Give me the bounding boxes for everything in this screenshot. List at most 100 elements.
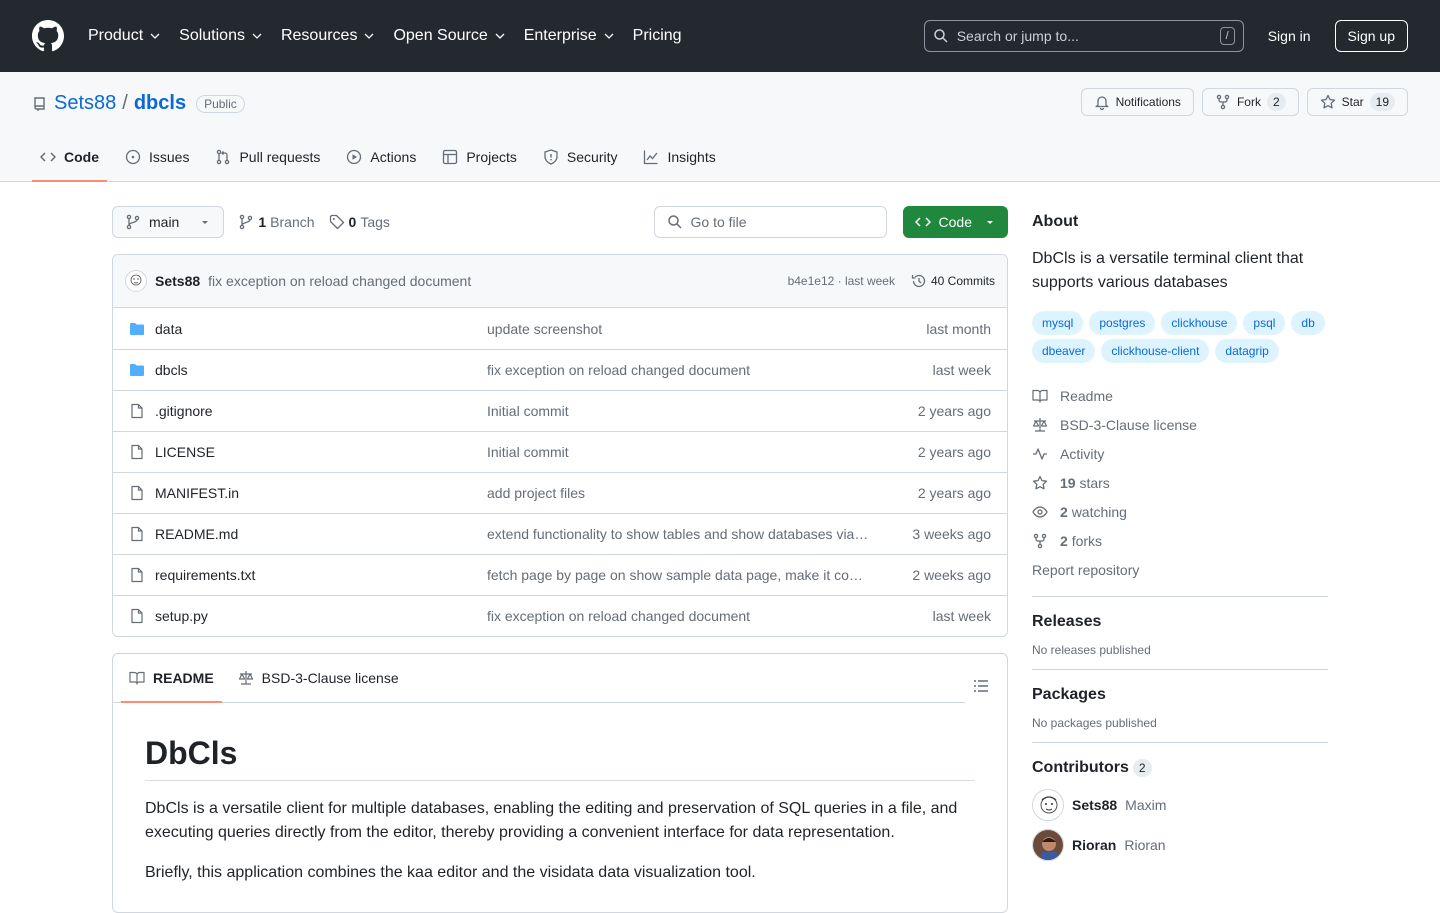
tag-label: Tags [360, 214, 390, 230]
book-icon [129, 671, 145, 685]
commits-count: 40 Commits [930, 274, 995, 288]
notifications-label: Notifications [1115, 95, 1181, 109]
topic-tag[interactable]: clickhouse [1161, 311, 1238, 335]
file-row[interactable]: README.md extend functionality to show t… [113, 513, 1007, 554]
tab-issues[interactable]: Issues [117, 133, 197, 181]
chevron-down-icon [364, 33, 374, 39]
tab-readme[interactable]: README [121, 654, 222, 703]
file-commit-message[interactable]: fix exception on reload changed document [487, 608, 871, 624]
topic-tag[interactable]: dbeaver [1032, 339, 1096, 363]
tab-insights[interactable]: Insights [635, 133, 723, 181]
sign-in-link[interactable]: Sign in [1268, 28, 1311, 44]
packages-empty-text: No packages published [1032, 716, 1157, 730]
watching-link[interactable]: 2 watching [1032, 497, 1328, 526]
tab-license[interactable]: BSD-3-Clause license [230, 654, 407, 702]
commit-author[interactable]: Sets88 [155, 273, 200, 289]
file-commit-message[interactable]: add project files [487, 485, 871, 501]
topic-tag[interactable]: psql [1243, 311, 1286, 335]
file-commit-message[interactable]: extend functionality to show tables and … [487, 526, 871, 542]
topic-tag[interactable]: postgres [1089, 311, 1156, 335]
commit-sha-time[interactable]: b4e1e12 · last week [788, 274, 895, 288]
go-to-file-input[interactable]: Go to file [653, 206, 887, 238]
topic-tag[interactable]: datagrip [1215, 339, 1279, 363]
nav-product[interactable]: Product [88, 27, 177, 45]
commits-link[interactable]: 40 Commits [911, 273, 995, 289]
nav-resources[interactable]: Resources [281, 27, 391, 45]
branches-link[interactable]: 1 Branch [238, 214, 315, 230]
releases-heading[interactable]: Releases [1032, 613, 1328, 631]
sign-up-button[interactable]: Sign up [1334, 20, 1408, 52]
tab-projects-label: Projects [466, 149, 517, 165]
file-row[interactable]: setup.py fix exception on reload changed… [113, 595, 1007, 636]
file-commit-message[interactable]: Initial commit [487, 403, 871, 419]
list-unordered-icon[interactable] [973, 678, 989, 694]
avatar[interactable] [1032, 789, 1064, 821]
author-avatar[interactable] [125, 270, 147, 292]
branch-select-button[interactable]: main [112, 206, 225, 238]
tab-security[interactable]: Security [535, 133, 626, 181]
file-name[interactable]: MANIFEST.in [155, 485, 487, 501]
file-name[interactable]: dbcls [155, 362, 487, 378]
tab-projects[interactable]: Projects [434, 133, 525, 181]
topic-tag[interactable]: db [1291, 311, 1325, 335]
file-name[interactable]: requirements.txt [155, 567, 487, 583]
search-input[interactable]: Search or jump to... / [923, 20, 1244, 52]
contributor-name: Maxim [1125, 797, 1167, 813]
file-name[interactable]: .gitignore [155, 403, 487, 419]
github-logo-icon[interactable] [32, 20, 64, 52]
file-date: 2 years ago [917, 444, 991, 460]
code-dropdown-button[interactable]: Code [902, 206, 1008, 238]
nav-pricing[interactable]: Pricing [633, 27, 698, 45]
file-row[interactable]: data update screenshot last month [113, 308, 1007, 349]
file-commit-message[interactable]: Initial commit [487, 444, 871, 460]
topic-tag[interactable]: mysql [1032, 311, 1084, 335]
nav-product-label: Product [88, 27, 144, 44]
notifications-button[interactable]: Notifications [1080, 88, 1194, 116]
file-date: last week [932, 362, 991, 378]
commit-message[interactable]: fix exception on reload changed document [208, 273, 471, 289]
contributor-item[interactable]: Rioran Rioran [1032, 829, 1328, 861]
tab-pull-requests[interactable]: Pull requests [207, 133, 328, 181]
file-row[interactable]: MANIFEST.in add project files 2 years ag… [113, 472, 1007, 513]
file-name[interactable]: setup.py [155, 608, 487, 624]
nav-enterprise[interactable]: Enterprise [524, 27, 631, 45]
forks-link[interactable]: 2 forks [1032, 526, 1328, 555]
repo-owner-link[interactable]: Sets88 [54, 92, 116, 115]
contributors-heading-label: Contributors [1032, 759, 1129, 776]
nav-open-source[interactable]: Open Source [393, 27, 521, 45]
activity-link[interactable]: Activity [1032, 439, 1328, 468]
tab-actions[interactable]: Actions [338, 133, 424, 181]
repo-name-link[interactable]: dbcls [134, 92, 186, 115]
file-name[interactable]: LICENSE [155, 444, 487, 460]
file-row[interactable]: dbcls fix exception on reload changed do… [113, 349, 1007, 390]
file-row[interactable]: requirements.txt fetch page by page on s… [113, 554, 1007, 595]
tags-link[interactable]: 0 Tags [329, 214, 390, 230]
contributor-item[interactable]: Sets88 Maxim [1032, 789, 1328, 821]
file-commit-message[interactable]: update screenshot [487, 321, 871, 337]
search-shortcut-hint: / [1219, 27, 1235, 45]
star-button[interactable]: Star 19 [1306, 88, 1408, 116]
fork-button[interactable]: Fork 2 [1201, 88, 1299, 116]
file-name[interactable]: data [155, 321, 487, 337]
license-link[interactable]: BSD-3-Clause license [1032, 410, 1328, 439]
contributor-name: Rioran [1124, 837, 1166, 853]
readme-link[interactable]: Readme [1032, 381, 1328, 410]
report-repository-link[interactable]: Report repository [1032, 555, 1328, 584]
file-commit-message[interactable]: fetch page by page on show sample data p… [487, 567, 871, 583]
star-count: 19 [1369, 93, 1395, 111]
file-row[interactable]: .gitignore Initial commit 2 years ago [113, 390, 1007, 431]
file-name[interactable]: README.md [155, 526, 487, 542]
readme-content: DbCls DbCls is a versatile client for mu… [113, 703, 1007, 912]
nav-solutions[interactable]: Solutions [179, 27, 279, 45]
file-row[interactable]: LICENSE Initial commit 2 years ago [113, 431, 1007, 472]
topic-tag[interactable]: clickhouse-client [1101, 339, 1210, 363]
stars-link[interactable]: 19 stars [1032, 468, 1328, 497]
file-commit-message[interactable]: fix exception on reload changed document [487, 362, 871, 378]
contributors-heading[interactable]: Contributors 2 [1032, 759, 1328, 777]
readme-link-label: Readme [1060, 387, 1113, 404]
tab-code[interactable]: Code [32, 133, 107, 182]
tag-count: 0 [348, 214, 357, 230]
packages-heading[interactable]: Packages [1032, 686, 1328, 704]
avatar[interactable] [1032, 829, 1064, 861]
branch-name: main [149, 214, 180, 230]
